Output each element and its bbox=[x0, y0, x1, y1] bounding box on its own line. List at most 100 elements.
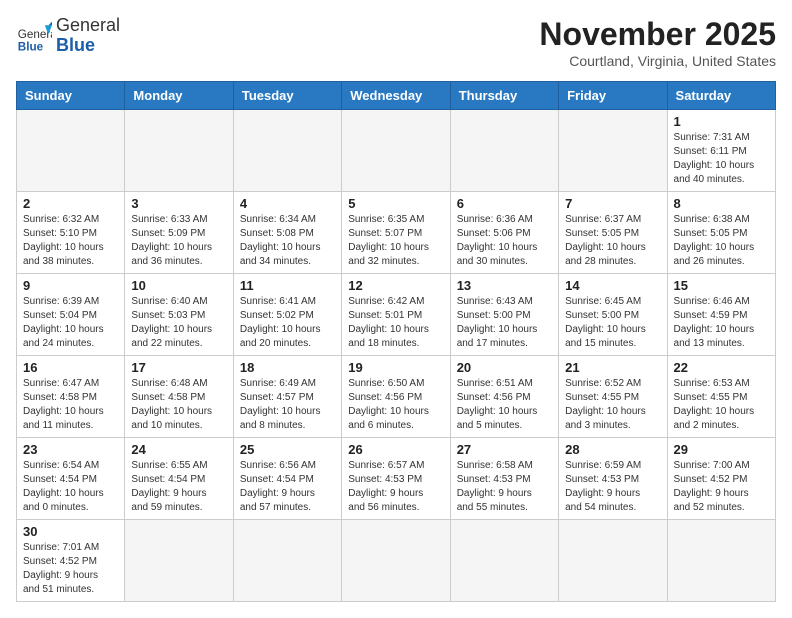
day-info: Sunrise: 6:36 AM Sunset: 5:06 PM Dayligh… bbox=[457, 213, 552, 269]
table-row: 20 Sunrise: 6:51 AM Sunset: 4:56 PM Dayli… bbox=[450, 356, 558, 438]
day-number: 1 bbox=[674, 114, 769, 129]
day-number: 5 bbox=[348, 196, 443, 211]
table-row bbox=[559, 520, 667, 602]
day-number: 24 bbox=[131, 442, 226, 457]
day-number: 30 bbox=[23, 524, 118, 539]
table-row: 23 Sunrise: 6:54 AM Sunset: 4:54 PM Dayli… bbox=[17, 438, 125, 520]
day-number: 3 bbox=[131, 196, 226, 211]
day-number: 25 bbox=[240, 442, 335, 457]
table-row: 22Sunrise: 6:53 AM Sunset: 4:55 PM Dayli… bbox=[667, 356, 775, 438]
table-row: 4Sunrise: 6:34 AM Sunset: 5:08 PM Daylig… bbox=[233, 192, 341, 274]
table-row: 12Sunrise: 6:42 AM Sunset: 5:01 PM Dayli… bbox=[342, 274, 450, 356]
table-row: 13Sunrise: 6:43 AM Sunset: 5:00 PM Dayli… bbox=[450, 274, 558, 356]
table-row: 16 Sunrise: 6:47 AM Sunset: 4:58 PM Dayli… bbox=[17, 356, 125, 438]
header-sunday: Sunday bbox=[17, 82, 125, 110]
table-row: 24 Sunrise: 6:55 AM Sunset: 4:54 PM Dayli… bbox=[125, 438, 233, 520]
table-row bbox=[342, 110, 450, 192]
day-number: 12 bbox=[348, 278, 443, 293]
logo: General Blue General Blue bbox=[16, 16, 120, 56]
day-number: 22 bbox=[674, 360, 769, 375]
day-info: Sunrise: 6:35 AM Sunset: 5:07 PM Dayligh… bbox=[348, 213, 443, 269]
day-info: Sunrise: 6:58 AM Sunset: 4:53 PM Dayligh… bbox=[457, 459, 552, 515]
header-monday: Monday bbox=[125, 82, 233, 110]
day-info: Sunrise: 6:59 AM Sunset: 4:53 PM Dayligh… bbox=[565, 459, 660, 515]
calendar-row: 30 Sunrise: 7:01 AM Sunset: 4:52 PM Dayli… bbox=[17, 520, 776, 602]
svg-text:Blue: Blue bbox=[18, 40, 44, 53]
table-row: 7Sunrise: 6:37 AM Sunset: 5:05 PM Daylig… bbox=[559, 192, 667, 274]
table-row: 2Sunrise: 6:32 AM Sunset: 5:10 PM Daylig… bbox=[17, 192, 125, 274]
table-row bbox=[233, 110, 341, 192]
day-number: 6 bbox=[457, 196, 552, 211]
day-number: 20 bbox=[457, 360, 552, 375]
calendar-row: 1 Sunrise: 7:31 AM Sunset: 6:11 PM Daylig… bbox=[17, 110, 776, 192]
calendar-row: 9 Sunrise: 6:39 AM Sunset: 5:04 PM Daylig… bbox=[17, 274, 776, 356]
day-number: 7 bbox=[565, 196, 660, 211]
day-number: 21 bbox=[565, 360, 660, 375]
page-header: General Blue General Blue November 2025 … bbox=[16, 16, 776, 69]
day-info: Sunrise: 7:01 AM Sunset: 4:52 PM Dayligh… bbox=[23, 541, 118, 597]
day-info: Sunrise: 7:00 AM Sunset: 4:52 PM Dayligh… bbox=[674, 459, 769, 515]
table-row: 18 Sunrise: 6:49 AM Sunset: 4:57 PM Dayli… bbox=[233, 356, 341, 438]
day-info: Sunrise: 6:48 AM Sunset: 4:58 PM Dayligh… bbox=[131, 377, 226, 433]
day-info: Sunrise: 6:55 AM Sunset: 4:54 PM Dayligh… bbox=[131, 459, 226, 515]
day-info: Sunrise: 6:39 AM Sunset: 5:04 PM Dayligh… bbox=[23, 295, 118, 351]
day-info: Sunrise: 6:57 AM Sunset: 4:53 PM Dayligh… bbox=[348, 459, 443, 515]
calendar-row: 2Sunrise: 6:32 AM Sunset: 5:10 PM Daylig… bbox=[17, 192, 776, 274]
day-info: Sunrise: 6:56 AM Sunset: 4:54 PM Dayligh… bbox=[240, 459, 335, 515]
day-number: 26 bbox=[348, 442, 443, 457]
weekday-header-row: Sunday Monday Tuesday Wednesday Thursday… bbox=[17, 82, 776, 110]
day-info: Sunrise: 6:51 AM Sunset: 4:56 PM Dayligh… bbox=[457, 377, 552, 433]
table-row bbox=[450, 520, 558, 602]
table-row bbox=[450, 110, 558, 192]
day-number: 18 bbox=[240, 360, 335, 375]
table-row: 1 Sunrise: 7:31 AM Sunset: 6:11 PM Daylig… bbox=[667, 110, 775, 192]
day-info: Sunrise: 7:31 AM Sunset: 6:11 PM Dayligh… bbox=[674, 131, 769, 187]
header-saturday: Saturday bbox=[667, 82, 775, 110]
calendar-row: 23 Sunrise: 6:54 AM Sunset: 4:54 PM Dayli… bbox=[17, 438, 776, 520]
day-info: Sunrise: 6:32 AM Sunset: 5:10 PM Dayligh… bbox=[23, 213, 118, 269]
day-info: Sunrise: 6:40 AM Sunset: 5:03 PM Dayligh… bbox=[131, 295, 226, 351]
table-row: 8Sunrise: 6:38 AM Sunset: 5:05 PM Daylig… bbox=[667, 192, 775, 274]
header-thursday: Thursday bbox=[450, 82, 558, 110]
logo-text: General Blue bbox=[56, 16, 120, 56]
table-row bbox=[233, 520, 341, 602]
table-row: 28 Sunrise: 6:59 AM Sunset: 4:53 PM Dayli… bbox=[559, 438, 667, 520]
day-number: 29 bbox=[674, 442, 769, 457]
day-number: 10 bbox=[131, 278, 226, 293]
logo-blue: Blue bbox=[56, 36, 120, 56]
day-info: Sunrise: 6:49 AM Sunset: 4:57 PM Dayligh… bbox=[240, 377, 335, 433]
day-info: Sunrise: 6:46 AM Sunset: 4:59 PM Dayligh… bbox=[674, 295, 769, 351]
header-tuesday: Tuesday bbox=[233, 82, 341, 110]
day-number: 27 bbox=[457, 442, 552, 457]
day-number: 13 bbox=[457, 278, 552, 293]
table-row: 21 Sunrise: 6:52 AM Sunset: 4:55 PM Dayli… bbox=[559, 356, 667, 438]
day-number: 16 bbox=[23, 360, 118, 375]
calendar-table: Sunday Monday Tuesday Wednesday Thursday… bbox=[16, 81, 776, 602]
header-wednesday: Wednesday bbox=[342, 82, 450, 110]
day-number: 17 bbox=[131, 360, 226, 375]
table-row bbox=[667, 520, 775, 602]
day-number: 28 bbox=[565, 442, 660, 457]
day-number: 19 bbox=[348, 360, 443, 375]
day-info: Sunrise: 6:54 AM Sunset: 4:54 PM Dayligh… bbox=[23, 459, 118, 515]
day-number: 9 bbox=[23, 278, 118, 293]
table-row bbox=[559, 110, 667, 192]
calendar-row: 16 Sunrise: 6:47 AM Sunset: 4:58 PM Dayli… bbox=[17, 356, 776, 438]
day-info: Sunrise: 6:41 AM Sunset: 5:02 PM Dayligh… bbox=[240, 295, 335, 351]
day-number: 23 bbox=[23, 442, 118, 457]
table-row: 27 Sunrise: 6:58 AM Sunset: 4:53 PM Dayli… bbox=[450, 438, 558, 520]
day-info: Sunrise: 6:47 AM Sunset: 4:58 PM Dayligh… bbox=[23, 377, 118, 433]
logo-icon: General Blue bbox=[16, 18, 52, 54]
month-title: November 2025 bbox=[539, 16, 776, 53]
table-row: 14 Sunrise: 6:45 AM Sunset: 5:00 PM Dayli… bbox=[559, 274, 667, 356]
day-info: Sunrise: 6:52 AM Sunset: 4:55 PM Dayligh… bbox=[565, 377, 660, 433]
location-subtitle: Courtland, Virginia, United States bbox=[539, 53, 776, 69]
table-row bbox=[342, 520, 450, 602]
day-info: Sunrise: 6:45 AM Sunset: 5:00 PM Dayligh… bbox=[565, 295, 660, 351]
table-row: 10 Sunrise: 6:40 AM Sunset: 5:03 PM Dayli… bbox=[125, 274, 233, 356]
table-row: 9 Sunrise: 6:39 AM Sunset: 5:04 PM Daylig… bbox=[17, 274, 125, 356]
table-row bbox=[125, 520, 233, 602]
logo-general: General bbox=[56, 16, 120, 36]
day-number: 14 bbox=[565, 278, 660, 293]
day-info: Sunrise: 6:50 AM Sunset: 4:56 PM Dayligh… bbox=[348, 377, 443, 433]
